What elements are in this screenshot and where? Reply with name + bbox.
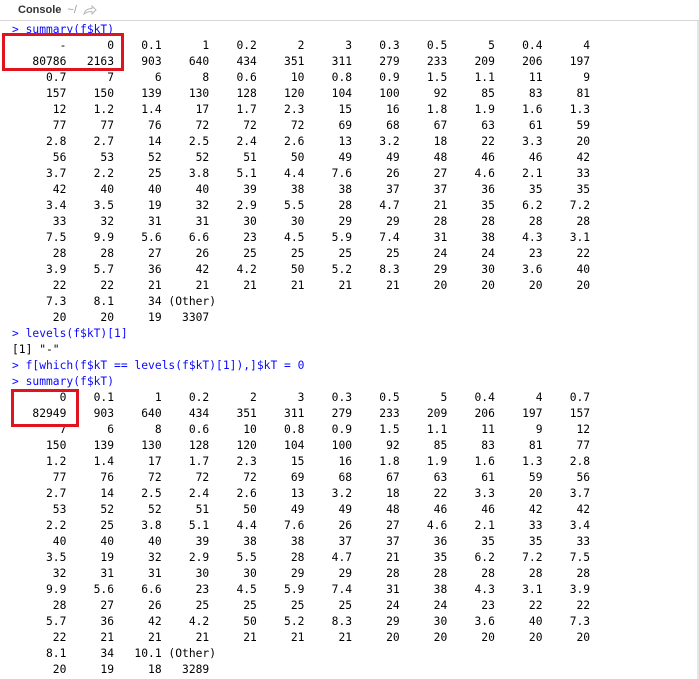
console-command-line: > f[which(f$kT == levels(f$kT)[1]),]$kT … bbox=[12, 359, 305, 372]
console-output-line: 20 19 18 3289 bbox=[12, 663, 210, 676]
console-output-line: 0 0.1 1 0.2 2 3 0.3 0.5 5 0.4 4 0.7 bbox=[12, 391, 591, 404]
console-output-line: 3.4 3.5 19 32 2.9 5.5 28 4.7 21 35 6.2 7… bbox=[12, 199, 591, 212]
console-output-line: 9.9 5.6 6.6 23 4.5 5.9 7.4 31 38 4.3 3.1… bbox=[12, 583, 591, 596]
console-output-line: 77 77 76 72 72 72 69 68 67 63 61 59 bbox=[12, 119, 591, 132]
console-output-line: 8.1 34 10.1 (Other) bbox=[12, 647, 217, 660]
console-output-line: 150 139 130 128 120 104 100 92 85 83 81 … bbox=[12, 439, 591, 452]
console-pane-header: Console ~/ bbox=[0, 0, 699, 21]
console-output-line: 32 31 31 30 30 29 29 28 28 28 28 28 bbox=[12, 567, 591, 580]
working-directory-path[interactable]: ~/ bbox=[67, 4, 76, 16]
console-output-line: 53 52 52 51 50 49 49 48 46 46 42 42 bbox=[12, 503, 591, 516]
console-output-line: 7.3 8.1 34 (Other) bbox=[12, 295, 217, 308]
console-command-line: > levels(f$kT)[1] bbox=[12, 327, 128, 340]
console-output[interactable]: > summary(f$kT) - 0 0.1 1 0.2 2 3 0.3 0.… bbox=[0, 21, 699, 679]
console-output-line: 77 76 72 72 72 69 68 67 63 61 59 56 bbox=[12, 471, 591, 484]
console-output-line: 5.7 36 42 4.2 50 5.2 8.3 29 30 3.6 40 7.… bbox=[12, 615, 591, 628]
console-output-line: 7.5 9.9 5.6 6.6 23 4.5 5.9 7.4 31 38 4.3… bbox=[12, 231, 591, 244]
console-output-line: 2.8 2.7 14 2.5 2.4 2.6 13 3.2 18 22 3.3 … bbox=[12, 135, 591, 148]
console-output-line: 22 21 21 21 21 21 21 20 20 20 20 20 bbox=[12, 631, 591, 644]
console-output-line: 82949 903 640 434 351 311 279 233 209 20… bbox=[12, 407, 591, 420]
console-output-line: 0.7 7 6 8 0.6 10 0.8 0.9 1.5 1.1 11 9 bbox=[12, 71, 591, 84]
console-output-line: 3.9 5.7 36 42 4.2 50 5.2 8.3 29 30 3.6 4… bbox=[12, 263, 591, 276]
console-output-line: 2.2 25 3.8 5.1 4.4 7.6 26 27 4.6 2.1 33 … bbox=[12, 519, 591, 532]
console-output-line: 3.5 19 32 2.9 5.5 28 4.7 21 35 6.2 7.2 7… bbox=[12, 551, 591, 564]
console-output-line: 2.7 14 2.5 2.4 2.6 13 3.2 18 22 3.3 20 3… bbox=[12, 487, 591, 500]
highlight-box-second-summary bbox=[11, 389, 79, 427]
console-output-line: 20 20 19 3307 bbox=[12, 311, 210, 324]
console-tab-title[interactable]: Console bbox=[18, 4, 61, 16]
console-output-line: 22 22 21 21 21 21 21 21 20 20 20 20 bbox=[12, 279, 591, 292]
console-output-line: 7 6 8 0.6 10 0.8 0.9 1.5 1.1 11 9 12 bbox=[12, 423, 591, 436]
console-output-line: 33 32 31 31 30 30 29 29 28 28 28 28 bbox=[12, 215, 591, 228]
console-output-line: 1.2 1.4 17 1.7 2.3 15 16 1.8 1.9 1.6 1.3… bbox=[12, 455, 591, 468]
console-output-line: 28 28 27 26 25 25 25 25 24 24 23 22 bbox=[12, 247, 591, 260]
console-output-line: 56 53 52 52 51 50 49 49 48 46 46 42 bbox=[12, 151, 591, 164]
console-command-line: > summary(f$kT) bbox=[12, 375, 115, 388]
console-output-line: 28 27 26 25 25 25 25 24 24 23 22 22 bbox=[12, 599, 591, 612]
console-output-line: 3.7 2.2 25 3.8 5.1 4.4 7.6 26 27 4.6 2.1… bbox=[12, 167, 591, 180]
console-output-line: [1] "-" bbox=[12, 343, 60, 356]
highlight-box-first-summary bbox=[2, 33, 124, 71]
console-output-line: 42 40 40 40 39 38 38 37 37 36 35 35 bbox=[12, 183, 591, 196]
console-output-line: 12 1.2 1.4 17 1.7 2.3 15 16 1.8 1.9 1.6 … bbox=[12, 103, 591, 116]
console-output-line: 157 150 139 130 128 120 104 100 92 85 83… bbox=[12, 87, 591, 100]
goto-directory-arrow-icon[interactable] bbox=[83, 4, 97, 16]
console-output-line: 40 40 40 39 38 38 37 37 36 35 35 33 bbox=[12, 535, 591, 548]
